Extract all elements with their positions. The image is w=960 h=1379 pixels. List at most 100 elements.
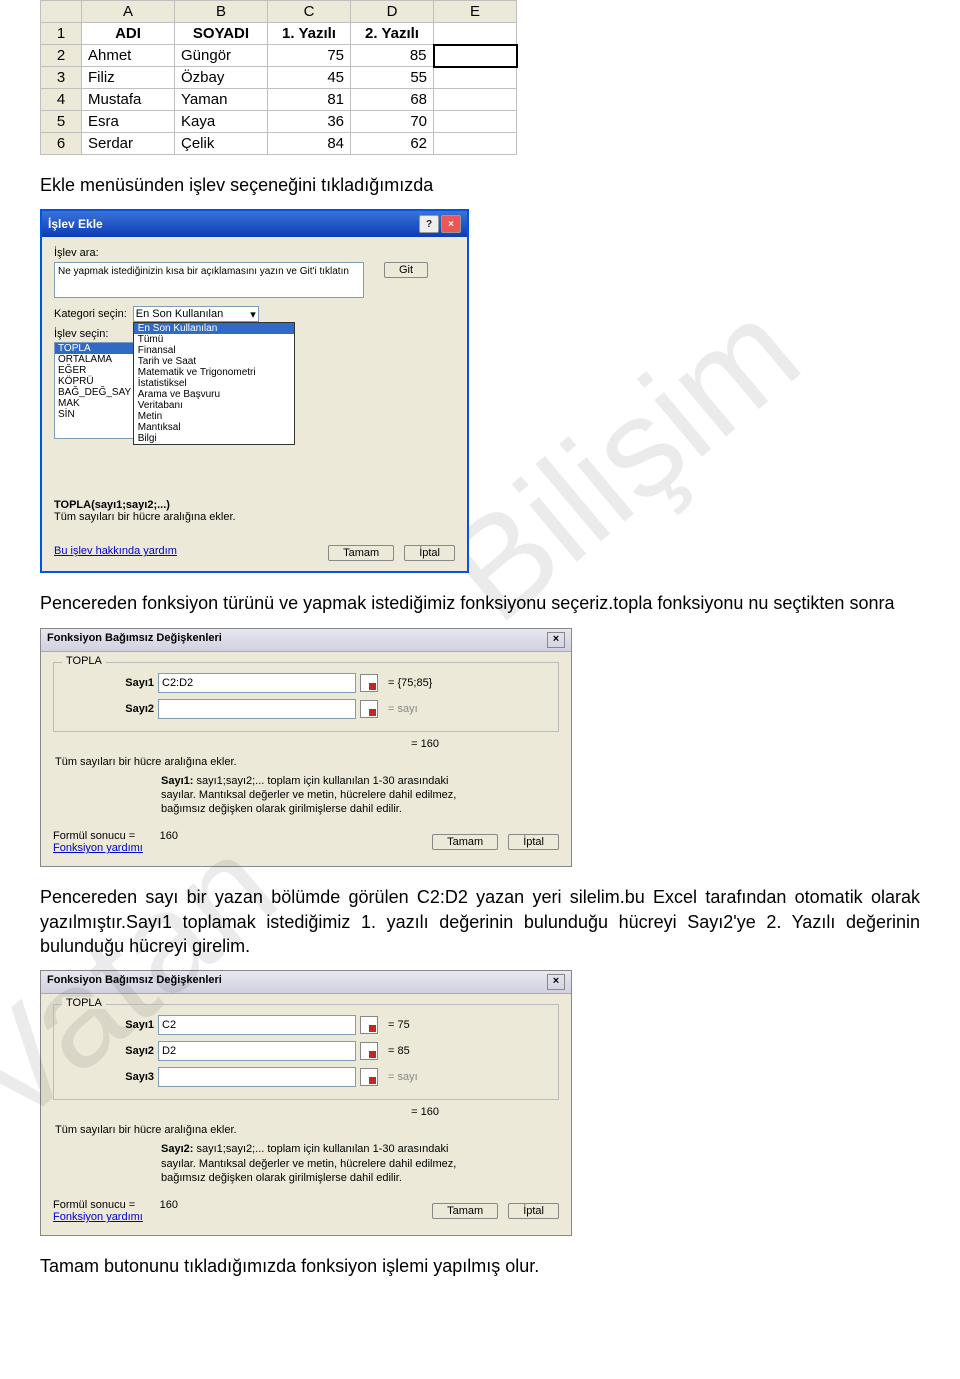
row-header: 5 [41, 111, 82, 133]
dialog-title: Fonksiyon Bağımsız Değişkenleri [47, 974, 222, 990]
dropdown-option[interactable]: Mantıksal [134, 422, 294, 433]
cell [434, 133, 517, 155]
help-icon[interactable]: ? [419, 215, 439, 233]
dropdown-option[interactable]: Veritabanı [134, 400, 294, 411]
cell [434, 89, 517, 111]
ok-button[interactable]: Tamam [432, 834, 498, 850]
paragraph-4: Tamam butonunu tıkladığımızda fonksiyon … [40, 1254, 920, 1278]
formula-result: Formül sonucu = 160 [53, 830, 178, 842]
help-link[interactable]: Fonksiyon yardımı [53, 1211, 178, 1223]
arg-result: = {75;85} [388, 677, 432, 689]
insert-function-dialog: İşlev Ekle ? × İşlev ara: Ne yapmak iste… [40, 209, 469, 573]
dropdown-option[interactable]: İstatistiksel [134, 378, 294, 389]
dropdown-option[interactable]: Arama ve Başvuru [134, 389, 294, 400]
category-dropdown[interactable]: En Son KullanılanTümüFinansalTarih ve Sa… [133, 322, 295, 445]
dropdown-option[interactable]: Tümü [134, 334, 294, 345]
formula-result: Formül sonucu = 160 [53, 1199, 178, 1211]
paragraph-1: Ekle menüsünden işlev seçeneğini tıkladı… [40, 173, 920, 197]
cancel-button[interactable]: İptal [404, 545, 455, 561]
help-link[interactable]: Fonksiyon yardımı [53, 842, 178, 854]
range-selector-icon[interactable] [360, 1068, 378, 1086]
excel-table: ABCDE 1ADISOYADI1. Yazılı2. Yazılı2Ahmet… [40, 0, 518, 155]
column-header: E [434, 1, 517, 23]
arg-result: = sayı [388, 703, 418, 715]
ok-button[interactable]: Tamam [328, 545, 394, 561]
cell: Filiz [82, 67, 175, 89]
cell: 81 [268, 89, 351, 111]
close-icon[interactable]: × [547, 974, 565, 990]
cell [434, 23, 517, 45]
category-label: Kategori seçin: [54, 308, 127, 320]
function-description: Tüm sayıları bir hücre aralığına ekler. [54, 511, 455, 523]
cell: 36 [268, 111, 351, 133]
cell: Yaman [175, 89, 268, 111]
cell: 62 [351, 133, 434, 155]
help-link[interactable]: Bu işlev hakkında yardım [54, 545, 177, 561]
result-total: = 160 [53, 738, 559, 750]
group-legend: TOPLA [62, 655, 106, 667]
cell [434, 67, 517, 89]
dialog-title: İşlev Ekle [48, 217, 103, 231]
range-selector-icon[interactable] [360, 1016, 378, 1034]
cell: 55 [351, 67, 434, 89]
row-header: 1 [41, 23, 82, 45]
column-header: A [82, 1, 175, 23]
dropdown-option[interactable]: Bilgi [134, 433, 294, 444]
dialog-titlebar: İşlev Ekle ? × [42, 211, 467, 237]
dropdown-option[interactable]: Matematik ve Trigonometri [134, 367, 294, 378]
cell: 85 [351, 45, 434, 67]
dialog-titlebar: Fonksiyon Bağımsız Değişkenleri × [41, 629, 571, 652]
cell: 75 [268, 45, 351, 67]
arg-input[interactable] [158, 1041, 356, 1061]
arg-input[interactable] [158, 699, 356, 719]
arg-input[interactable] [158, 673, 356, 693]
category-select[interactable]: En Son Kullanılan ▾ [133, 306, 259, 322]
cell: Güngör [175, 45, 268, 67]
arg-result: = 75 [388, 1019, 410, 1031]
dropdown-option[interactable]: En Son Kullanılan [134, 323, 294, 334]
cell: 2. Yazılı [351, 23, 434, 45]
arg-input[interactable] [158, 1067, 356, 1087]
dropdown-option[interactable]: Tarih ve Saat [134, 356, 294, 367]
range-selector-icon[interactable] [360, 700, 378, 718]
row-header: 3 [41, 67, 82, 89]
close-icon[interactable]: × [441, 215, 461, 233]
cell: Mustafa [82, 89, 175, 111]
cell: Ahmet [82, 45, 175, 67]
close-icon[interactable]: × [547, 632, 565, 648]
range-selector-icon[interactable] [360, 1042, 378, 1060]
cell: 84 [268, 133, 351, 155]
arg-label: Sayı2 [64, 703, 154, 715]
cell: 45 [268, 67, 351, 89]
arg-label: Sayı1 [64, 1019, 154, 1031]
row-header-corner [41, 1, 82, 23]
cancel-button[interactable]: İptal [508, 1203, 559, 1219]
arg-label: Sayı2 [64, 1045, 154, 1057]
row-header: 4 [41, 89, 82, 111]
go-button[interactable]: Git [384, 262, 428, 278]
cell: Kaya [175, 111, 268, 133]
arg-label: Sayı3 [64, 1071, 154, 1083]
column-header: C [268, 1, 351, 23]
arg-input[interactable] [158, 1015, 356, 1035]
range-selector-icon[interactable] [360, 674, 378, 692]
cell: 68 [351, 89, 434, 111]
column-header: D [351, 1, 434, 23]
dropdown-option[interactable]: Metin [134, 411, 294, 422]
chevron-down-icon: ▾ [250, 308, 256, 321]
cell: ADI [82, 23, 175, 45]
cell: 70 [351, 111, 434, 133]
dialog-title: Fonksiyon Bağımsız Değişkenleri [47, 632, 222, 648]
arg-result: = 85 [388, 1045, 410, 1057]
column-header: B [175, 1, 268, 23]
result-total: = 160 [53, 1106, 559, 1118]
cancel-button[interactable]: İptal [508, 834, 559, 850]
arg-label: Sayı1 [64, 677, 154, 689]
cell [434, 111, 517, 133]
dropdown-option[interactable]: Finansal [134, 345, 294, 356]
arg-description: Sayı2: sayı1;sayı2;... toplam için kulla… [161, 1142, 481, 1185]
ok-button[interactable]: Tamam [432, 1203, 498, 1219]
search-label: İşlev ara: [54, 247, 455, 259]
search-input[interactable]: Ne yapmak istediğinizin kısa bir açıklam… [54, 262, 364, 298]
cell: Özbay [175, 67, 268, 89]
